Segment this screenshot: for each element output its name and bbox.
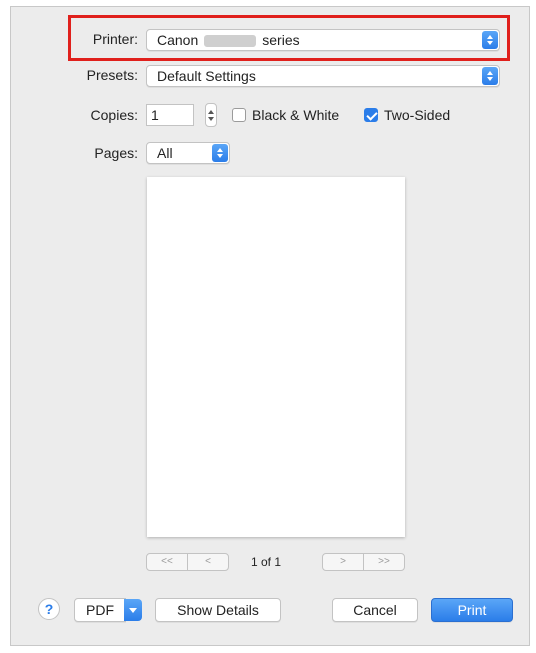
copies-stepper[interactable] <box>205 103 217 127</box>
printer-value: Canon series <box>157 32 300 48</box>
two-sided-checkbox[interactable] <box>364 108 378 122</box>
copies-label: Copies: <box>90 107 138 123</box>
page-count: 1 of 1 <box>251 555 282 569</box>
cancel-button[interactable]: Cancel <box>332 598 418 622</box>
redacted-model <box>204 35 257 48</box>
page-preview <box>147 177 405 537</box>
presets-value: Default Settings <box>157 68 256 84</box>
last-page-button[interactable]: >> <box>363 554 404 570</box>
black-white-option[interactable]: Black & White <box>232 107 339 123</box>
show-details-button[interactable]: Show Details <box>155 598 281 622</box>
pdf-button[interactable]: PDF <box>74 598 126 622</box>
help-button[interactable]: ? <box>38 598 60 620</box>
chevron-updown-icon <box>212 144 228 162</box>
two-sided-label: Two-Sided <box>384 107 451 123</box>
prev-navigation: << < <box>146 553 229 571</box>
pages-select[interactable]: All <box>146 142 230 164</box>
presets-select[interactable]: Default Settings <box>146 65 500 87</box>
black-white-checkbox[interactable] <box>232 108 246 122</box>
pages-value: All <box>157 145 173 161</box>
printer-label: Printer: <box>92 31 138 47</box>
chevron-updown-icon <box>482 67 498 85</box>
print-button[interactable]: Print <box>431 598 513 622</box>
next-navigation: > >> <box>322 553 405 571</box>
chevron-updown-icon <box>482 31 498 49</box>
presets-label: Presets: <box>86 67 138 83</box>
two-sided-option[interactable]: Two-Sided <box>364 107 450 123</box>
prev-page-button[interactable]: < <box>187 554 228 570</box>
black-white-label: Black & White <box>252 107 340 123</box>
pages-label: Pages: <box>94 145 138 161</box>
printer-select[interactable]: Canon series <box>146 29 500 51</box>
first-page-button[interactable]: << <box>147 554 187 570</box>
copies-input[interactable]: 1 <box>146 104 194 126</box>
pdf-menu-chevron-down-icon[interactable] <box>124 599 142 621</box>
next-page-button[interactable]: > <box>323 554 363 570</box>
